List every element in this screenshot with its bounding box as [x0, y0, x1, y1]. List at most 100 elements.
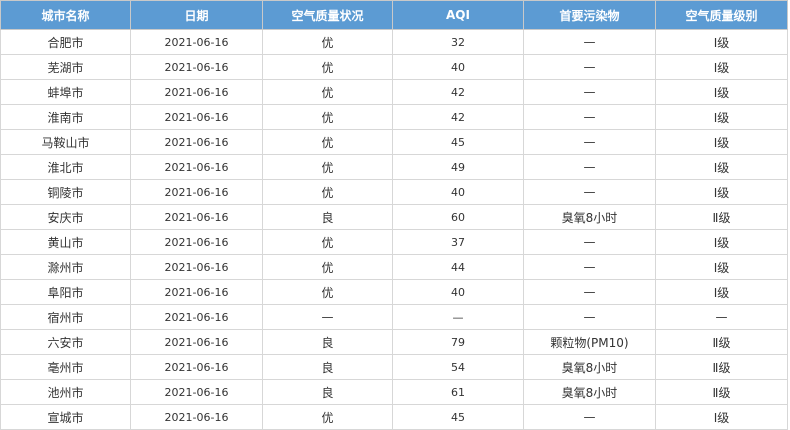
aqi-cell: 54 — [392, 354, 524, 380]
level-cell: Ⅰ级 — [655, 179, 788, 205]
table-row: 蚌埠市 2021-06-16 优 42— Ⅰ级 — [0, 79, 788, 105]
aqi-cell: — — [392, 304, 524, 330]
aqi-cell: 42 — [392, 104, 524, 130]
table-row: 芜湖市 2021-06-16 优 40— Ⅰ级 — [0, 54, 788, 80]
table-row: 淮南市 2021-06-16 优 42— Ⅰ级 — [0, 104, 788, 130]
level-cell: Ⅱ级 — [655, 379, 788, 405]
status-cell: 优 — [262, 29, 393, 55]
pollutant-cell: — — [523, 304, 656, 330]
city-cell: 宿州市 — [0, 304, 131, 330]
date-cell: 2021-06-16 — [130, 329, 263, 355]
date-cell: 2021-06-16 — [130, 104, 263, 130]
status-cell: 优 — [262, 79, 393, 105]
column-header-city: 城市名称 — [0, 0, 131, 30]
date-cell: 2021-06-16 — [130, 379, 263, 405]
level-cell: Ⅰ级 — [655, 404, 788, 430]
column-header-level: 空气质量级别 — [655, 0, 788, 30]
status-cell: 优 — [262, 279, 393, 305]
status-cell: 良 — [262, 379, 393, 405]
level-cell: Ⅱ级 — [655, 204, 788, 230]
column-header-date: 日期 — [130, 0, 263, 30]
pollutant-cell: — — [523, 104, 656, 130]
aqi-cell: 61 — [392, 379, 524, 405]
pollutant-cell: 臭氧8小时 — [523, 354, 656, 380]
table-row: 马鞍山市 2021-06-16 优 45— Ⅰ级 — [0, 129, 788, 155]
pollutant-cell: — — [523, 229, 656, 255]
date-cell: 2021-06-16 — [130, 229, 263, 255]
pollutant-cell: — — [523, 279, 656, 305]
column-header-status: 空气质量状况 — [262, 0, 393, 30]
city-cell: 黄山市 — [0, 229, 131, 255]
aqi-table: 城市名称 日期 空气质量状况 AQI 首要污染物 空气质量级别 合肥市 2021-… — [0, 0, 788, 430]
status-cell: 优 — [262, 154, 393, 180]
city-cell: 淮北市 — [0, 154, 131, 180]
table-row: 池州市 2021-06-16 良 61 臭氧8小时 Ⅱ级 — [0, 379, 788, 405]
city-cell: 芜湖市 — [0, 54, 131, 80]
pollutant-cell: — — [523, 79, 656, 105]
date-cell: 2021-06-16 — [130, 204, 263, 230]
city-cell: 马鞍山市 — [0, 129, 131, 155]
date-cell: 2021-06-16 — [130, 129, 263, 155]
table-header: 城市名称 日期 空气质量状况 AQI 首要污染物 空气质量级别 — [0, 0, 788, 30]
city-cell: 六安市 — [0, 329, 131, 355]
status-cell: 优 — [262, 179, 393, 205]
city-cell: 合肥市 — [0, 29, 131, 55]
city-cell: 宣城市 — [0, 404, 131, 430]
city-cell: 阜阳市 — [0, 279, 131, 305]
status-cell: 优 — [262, 129, 393, 155]
date-cell: 2021-06-16 — [130, 354, 263, 380]
city-cell: 亳州市 — [0, 354, 131, 380]
level-cell: Ⅰ级 — [655, 79, 788, 105]
level-cell: Ⅱ级 — [655, 354, 788, 380]
aqi-cell: 79 — [392, 329, 524, 355]
aqi-cell: 40 — [392, 179, 524, 205]
status-cell: 优 — [262, 254, 393, 280]
city-cell: 滁州市 — [0, 254, 131, 280]
table-row: 铜陵市 2021-06-16 优 40— Ⅰ级 — [0, 179, 788, 205]
aqi-cell: 32 — [392, 29, 524, 55]
date-cell: 2021-06-16 — [130, 79, 263, 105]
aqi-cell: 49 — [392, 154, 524, 180]
status-cell: 优 — [262, 404, 393, 430]
table-row: 六安市 2021-06-16 良 79 颗粒物(PM10) Ⅱ级 — [0, 329, 788, 355]
aqi-cell: 42 — [392, 79, 524, 105]
level-cell: Ⅰ级 — [655, 54, 788, 80]
status-cell: 良 — [262, 354, 393, 380]
date-cell: 2021-06-16 — [130, 179, 263, 205]
level-cell: Ⅰ级 — [655, 229, 788, 255]
pollutant-cell: — — [523, 404, 656, 430]
column-header-pollutant: 首要污染物 — [523, 0, 656, 30]
aqi-cell: 40 — [392, 54, 524, 80]
table-row: 滁州市 2021-06-16 优 44— Ⅰ级 — [0, 254, 788, 280]
aqi-cell: 60 — [392, 204, 524, 230]
level-cell: Ⅰ级 — [655, 129, 788, 155]
level-cell: Ⅰ级 — [655, 29, 788, 55]
pollutant-cell: 臭氧8小时 — [523, 379, 656, 405]
date-cell: 2021-06-16 — [130, 279, 263, 305]
status-cell: 良 — [262, 329, 393, 355]
status-cell: — — [262, 304, 393, 330]
status-cell: 优 — [262, 229, 393, 255]
table-row: 安庆市 2021-06-16 良 60 臭氧8小时 Ⅱ级 — [0, 204, 788, 230]
pollutant-cell: — — [523, 29, 656, 55]
pollutant-cell: — — [523, 179, 656, 205]
date-cell: 2021-06-16 — [130, 154, 263, 180]
level-cell: Ⅰ级 — [655, 154, 788, 180]
date-cell: 2021-06-16 — [130, 304, 263, 330]
date-cell: 2021-06-16 — [130, 254, 263, 280]
date-cell: 2021-06-16 — [130, 29, 263, 55]
table-row: 黄山市 2021-06-16 优 37— Ⅰ级 — [0, 229, 788, 255]
table-row: 淮北市 2021-06-16 优 49— Ⅰ级 — [0, 154, 788, 180]
aqi-cell: 44 — [392, 254, 524, 280]
table-row: 合肥市 2021-06-16 优 32— Ⅰ级 — [0, 29, 788, 55]
aqi-cell: 40 — [392, 279, 524, 305]
aqi-cell: 45 — [392, 404, 524, 430]
level-cell: Ⅱ级 — [655, 329, 788, 355]
aqi-cell: 45 — [392, 129, 524, 155]
aqi-cell: 37 — [392, 229, 524, 255]
pollutant-cell: — — [523, 154, 656, 180]
pollutant-cell: 臭氧8小时 — [523, 204, 656, 230]
city-cell: 池州市 — [0, 379, 131, 405]
level-cell: Ⅰ级 — [655, 254, 788, 280]
column-header-aqi: AQI — [392, 0, 524, 30]
